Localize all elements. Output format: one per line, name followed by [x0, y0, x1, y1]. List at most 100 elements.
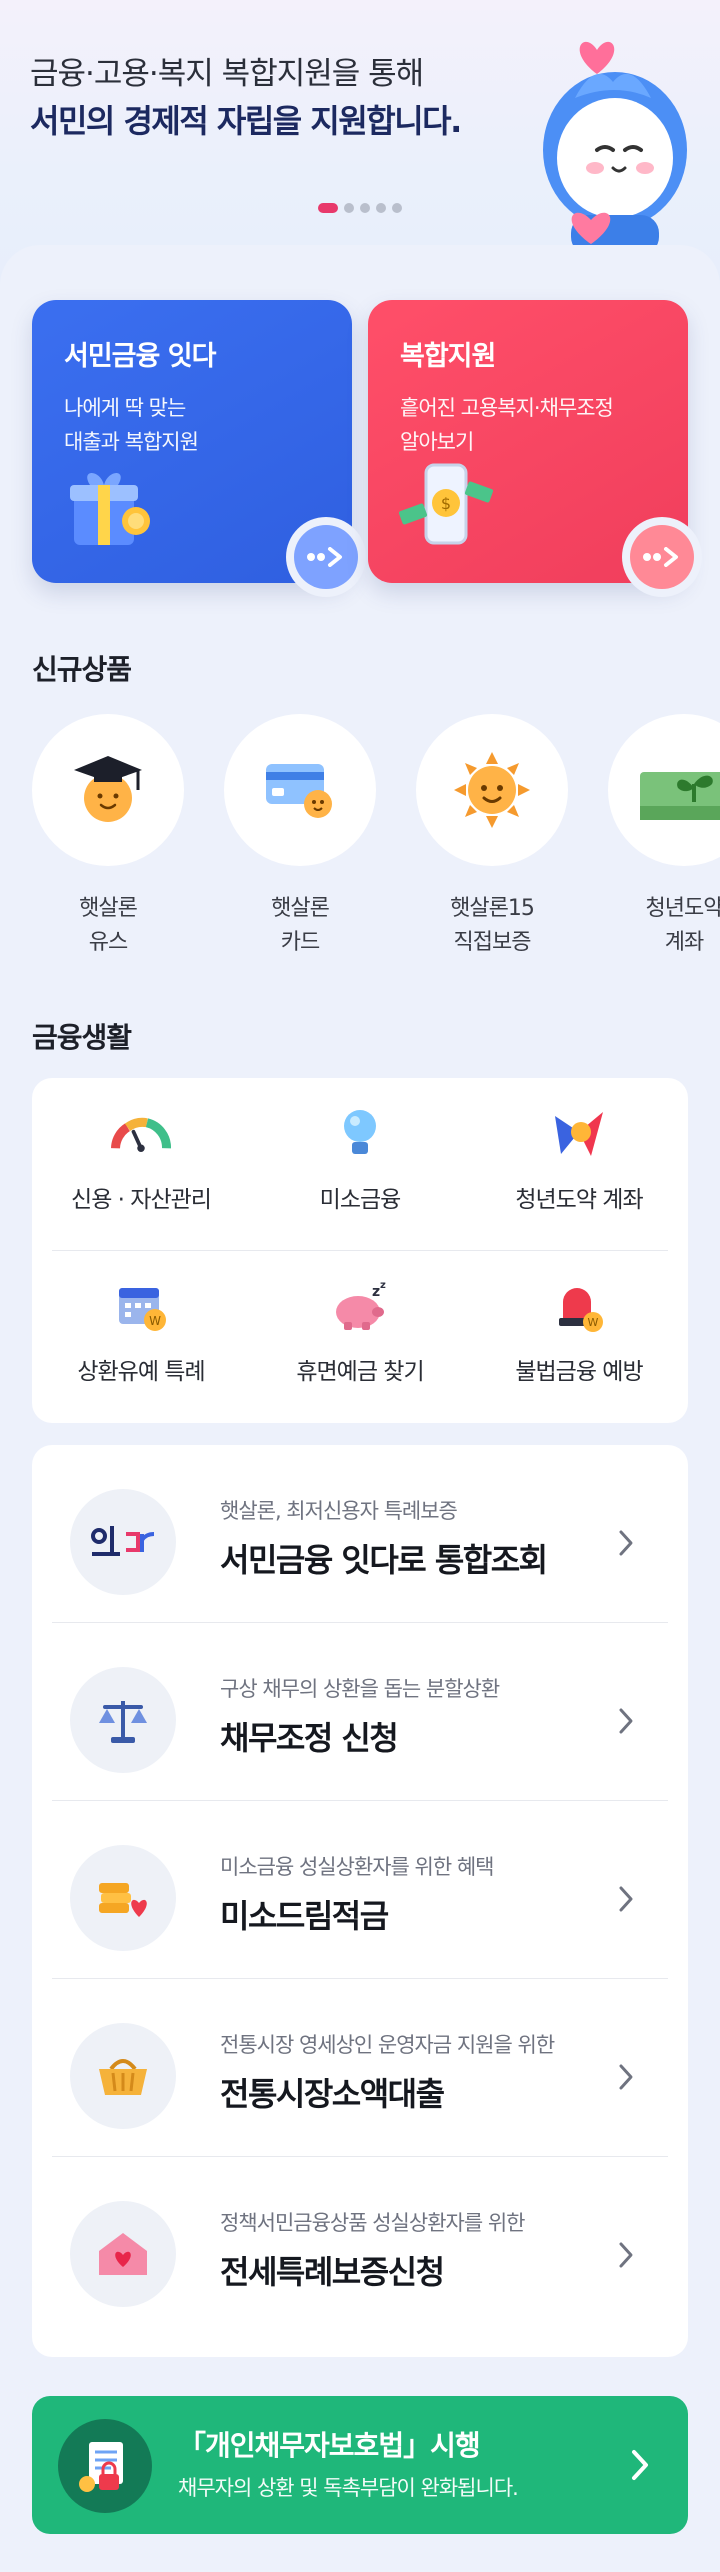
product-label: 햇살론15 직접보증	[450, 896, 535, 954]
svg-text:W: W	[588, 1316, 599, 1329]
product-icon-circle	[32, 714, 184, 866]
house-heart-icon	[99, 2233, 147, 2275]
service-title: 전세특례보증신청	[220, 2253, 445, 2291]
service-title: 서민금융 잇다로 통합조회	[220, 1541, 548, 1579]
service-icon	[70, 1667, 176, 1773]
service-icon	[70, 1489, 176, 1595]
service-row-market-loan[interactable]: 전통시장 영세상인 운영자금 지원을 위한 전통시장소액대출	[52, 1979, 668, 2157]
menu-label: 휴면예금 찾기	[296, 1359, 424, 1385]
menu-dormant-deposit[interactable]: z z 휴면예금 찾기	[251, 1276, 469, 1386]
siren-icon: W	[559, 1288, 603, 1332]
svg-text:$: $	[441, 494, 451, 513]
service-subtitle: 전통시장 영세상인 운영자금 지원을 위한	[220, 2033, 555, 2057]
carousel-dot[interactable]	[360, 203, 370, 213]
card-sun-icon	[266, 764, 332, 818]
product-label: 청년도약 계좌	[645, 896, 720, 954]
service-row-itda[interactable]: 햇살론, 최저신용자 특례보증 서민금융 잇다로 통합조회	[52, 1445, 668, 1623]
banner-icon-circle	[58, 2419, 152, 2513]
service-title: 전통시장소액대출	[220, 2075, 445, 2113]
carousel-dot[interactable]	[392, 203, 402, 213]
menu-credit-asset[interactable]: 신용 · 자산관리	[32, 1104, 250, 1214]
menu-illegal-finance[interactable]: W 불법금융 예방	[470, 1276, 688, 1386]
promo-title: 서민금융 잇다	[64, 341, 216, 372]
new-products-carousel[interactable]: 햇살론 유스 햇살론 카드 햇살론15 직접보증 청년도약 계좌	[32, 714, 720, 954]
star-jump-icon	[555, 1112, 603, 1156]
phone-money-icon: $	[398, 463, 494, 545]
sprout-icon	[640, 772, 720, 820]
carousel-dot[interactable]	[318, 203, 338, 213]
chevron-right-icon	[619, 1708, 633, 1734]
promo-go-button[interactable]	[286, 517, 366, 597]
chevron-right-icon	[619, 1530, 633, 1556]
menu-label: 신용 · 자산관리	[71, 1187, 212, 1213]
finance-life-menu: 신용 · 자산관리 미소금융 청년도약 계좌 W 상환유예 특례 z z 휴면예…	[32, 1078, 688, 1423]
product-item[interactable]: 햇살론 유스	[32, 714, 184, 954]
promo-title: 복합지원	[400, 341, 496, 372]
menu-label: 청년도약 계좌	[515, 1187, 643, 1213]
carousel-indicator[interactable]	[318, 203, 402, 213]
service-row-jeonse-guarantee[interactable]: 정책서민금융상품 성실상환자를 위한 전세특례보증신청	[52, 2157, 668, 2335]
svg-text:W: W	[149, 1314, 161, 1328]
product-icon-circle	[224, 714, 376, 866]
svg-text:z: z	[380, 1280, 386, 1291]
sun-icon	[454, 752, 530, 828]
product-icon-circle	[608, 714, 720, 866]
product-item[interactable]: 햇살론 카드	[224, 714, 376, 954]
mascot-icon	[543, 41, 687, 255]
service-subtitle: 햇살론, 최저신용자 특례보증	[220, 1499, 458, 1523]
scale-icon	[99, 1701, 147, 1743]
service-title: 채무조정 신청	[220, 1719, 399, 1757]
service-icon	[70, 2023, 176, 2129]
promo-card-complex-support[interactable]: 복합지원 흩어진 고용복지·채무조정 알아보기 $	[368, 300, 702, 597]
carousel-dot[interactable]	[376, 203, 386, 213]
menu-label: 미소금융	[319, 1187, 402, 1213]
section-title-new-products: 신규상품	[32, 653, 132, 686]
chevron-right-icon	[632, 2450, 648, 2480]
document-lock-icon	[79, 2442, 123, 2492]
chevron-right-icon	[619, 2242, 633, 2268]
service-subtitle: 미소금융 성실상환자를 위한 혜택	[220, 1855, 495, 1879]
menu-repayment-deferral[interactable]: W 상환유예 특례	[32, 1276, 250, 1386]
hero-headline-2: 서민의 경제적 자립을 지원합니다.	[30, 102, 462, 140]
calendar-coin-icon: W	[119, 1288, 166, 1331]
product-label: 햇살론 유스	[79, 896, 138, 954]
service-subtitle: 구상 채무의 상환을 돕는 분할상환	[220, 1677, 500, 1701]
promo-go-button[interactable]	[622, 517, 702, 597]
basket-icon	[99, 2059, 147, 2095]
service-icon	[70, 1845, 176, 1951]
notice-banner[interactable]: 「개인채무자보호법」시행 채무자의 상환 및 독촉부담이 완화됩니다.	[32, 2396, 688, 2534]
promo-description: 흩어진 고용복지·채무조정 알아보기	[400, 396, 614, 454]
product-item[interactable]: 햇살론15 직접보증	[416, 714, 568, 954]
lightbulb-icon	[344, 1110, 376, 1154]
service-list: 햇살론, 최저신용자 특례보증 서민금융 잇다로 통합조회 구상 채무의 상환을…	[32, 1445, 688, 2357]
service-icon	[70, 2201, 176, 2307]
svg-text:z: z	[372, 1284, 380, 1300]
graduation-sun-icon	[74, 756, 142, 822]
gauge-icon	[111, 1117, 171, 1152]
menu-label: 불법금융 예방	[515, 1359, 643, 1385]
service-row-debt-adjust[interactable]: 구상 채무의 상환을 돕는 분할상환 채무조정 신청	[52, 1623, 668, 1801]
itda-logo-icon	[91, 1526, 155, 1556]
product-label: 햇살론 카드	[271, 896, 330, 954]
chevron-right-icon	[619, 2064, 633, 2090]
menu-label: 상환유예 특례	[77, 1359, 205, 1385]
service-row-miso-savings[interactable]: 미소금융 성실상환자를 위한 혜택 미소드림적금	[52, 1801, 668, 1979]
arrow-right-icon	[643, 547, 678, 567]
gift-box-icon	[70, 473, 150, 545]
coin-heart-icon	[99, 1883, 147, 1917]
section-title-finance-life: 금융생활	[32, 1021, 132, 1054]
sleeping-piggy-icon: z z	[336, 1280, 386, 1330]
chevron-right-icon	[619, 1886, 633, 1912]
banner-description: 채무자의 상환 및 독촉부담이 완화됩니다.	[178, 2476, 519, 2500]
promo-card-itda[interactable]: 서민금융 잇다 나에게 딱 맞는 대출과 복합지원	[32, 300, 366, 597]
menu-youth-account[interactable]: 청년도약 계좌	[470, 1104, 688, 1214]
service-subtitle: 정책서민금융상품 성실상환자를 위한	[220, 2211, 525, 2235]
product-item[interactable]: 청년도약 계좌	[608, 714, 720, 954]
carousel-dot[interactable]	[344, 203, 354, 213]
promo-description: 나에게 딱 맞는 대출과 복합지원	[64, 396, 199, 454]
hero-headline-1: 금융·고용·복지 복합지원을 통해	[30, 56, 424, 92]
service-title: 미소드림적금	[220, 1897, 389, 1935]
menu-microfinance[interactable]: 미소금융	[251, 1104, 469, 1214]
arrow-right-icon	[307, 547, 342, 567]
divider	[52, 1250, 668, 1251]
